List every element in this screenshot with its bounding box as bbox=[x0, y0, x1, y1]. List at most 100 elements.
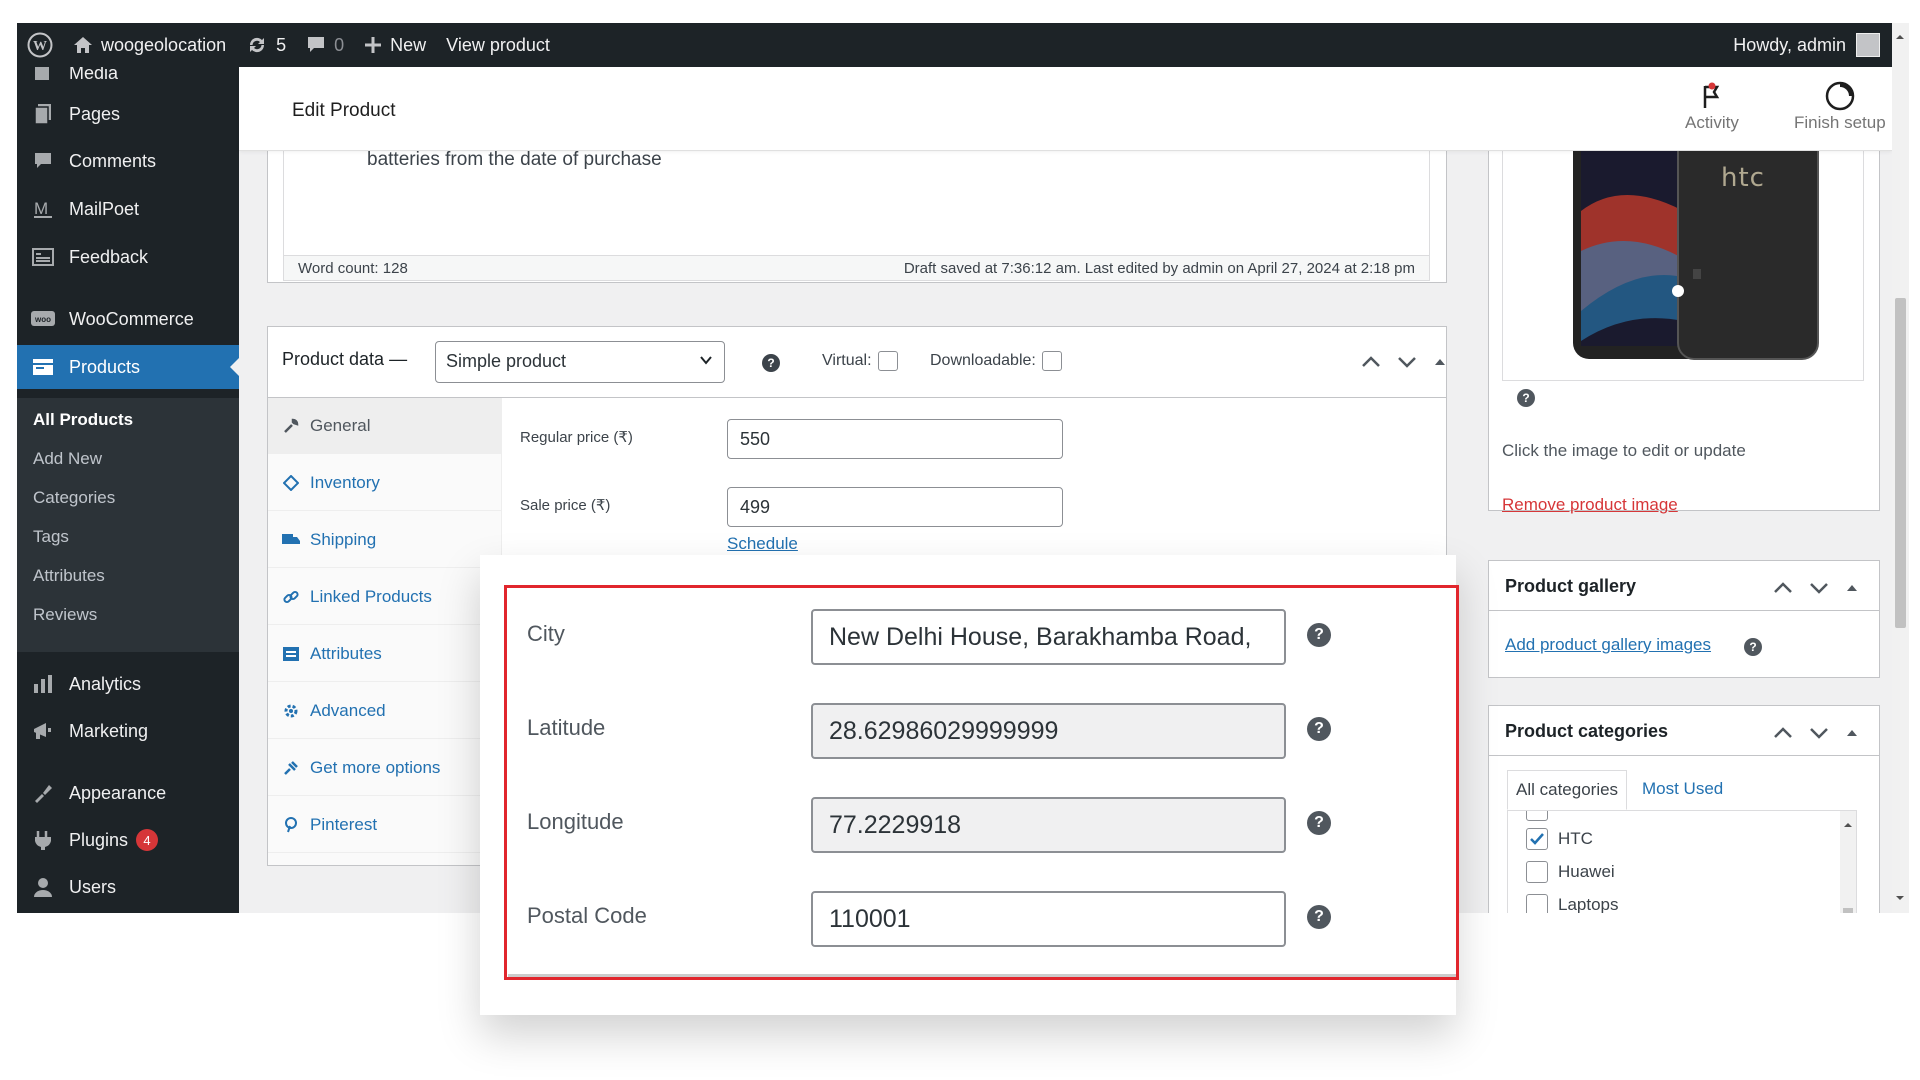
sale-price-input[interactable]: 499 bbox=[727, 487, 1063, 527]
tab-label: Attributes bbox=[310, 643, 382, 663]
page-scrollbar[interactable] bbox=[1892, 23, 1909, 913]
regular-price-input[interactable]: 550 bbox=[727, 419, 1063, 459]
tab-all-categories[interactable]: All categories bbox=[1507, 770, 1628, 810]
huawei-checkbox[interactable] bbox=[1526, 861, 1548, 883]
tab-attributes[interactable]: Attributes bbox=[268, 626, 502, 682]
chevron-up-icon[interactable] bbox=[1772, 579, 1794, 602]
latitude-help-icon[interactable]: ? bbox=[1307, 717, 1331, 741]
tab-get-more-options[interactable]: Get more options bbox=[268, 740, 502, 796]
postal-code-help-icon[interactable]: ? bbox=[1307, 905, 1331, 929]
submenu-all-products[interactable]: All Products bbox=[33, 410, 133, 430]
activity-label: Activity bbox=[1685, 113, 1739, 132]
submenu-categories[interactable]: Categories bbox=[33, 488, 115, 508]
latitude-input[interactable]: 28.62986029999999 bbox=[811, 703, 1286, 759]
virtual-checkbox[interactable] bbox=[877, 351, 898, 371]
page-scroll-thumb[interactable] bbox=[1895, 298, 1906, 628]
my-account-link[interactable]: Howdy, admin bbox=[1723, 23, 1892, 67]
scroll-up-arrow-icon[interactable] bbox=[1844, 819, 1852, 827]
sidebar-item-label: Plugins bbox=[69, 829, 129, 850]
activity-button[interactable]: Activity bbox=[1685, 79, 1739, 133]
tab-shipping[interactable]: Shipping bbox=[268, 512, 502, 568]
tab-general[interactable]: General bbox=[268, 398, 502, 454]
city-help-icon[interactable]: ? bbox=[1307, 623, 1331, 647]
collapse-toggle-icon[interactable] bbox=[1844, 580, 1860, 601]
gallery-controls bbox=[1772, 579, 1860, 602]
category-item-laptops[interactable]: Laptops bbox=[1526, 894, 1619, 913]
chevron-up-icon[interactable] bbox=[1360, 353, 1382, 376]
sidebar-item-marketing[interactable]: Marketing bbox=[17, 709, 239, 753]
sidebar-item-analytics[interactable]: Analytics bbox=[17, 662, 239, 706]
categories-controls bbox=[1772, 724, 1860, 747]
comments-link[interactable]: 0 bbox=[296, 23, 354, 67]
submenu-tags[interactable]: Tags bbox=[33, 527, 69, 547]
submenu-attributes[interactable]: Attributes bbox=[33, 566, 105, 586]
sidebar-item-mailpoet[interactable]: M MailPoet bbox=[17, 187, 239, 231]
category-item-huawei[interactable]: Huawei bbox=[1526, 861, 1615, 883]
scroll-up-arrow-icon[interactable] bbox=[1896, 31, 1904, 39]
new-content-link[interactable]: New bbox=[354, 23, 436, 67]
finish-setup-button[interactable]: Finish setup bbox=[1794, 79, 1886, 133]
sidebar-item-label: WooCommerce bbox=[69, 308, 194, 329]
submenu-add-new[interactable]: Add New bbox=[33, 449, 102, 469]
remove-product-image-link[interactable]: Remove product image bbox=[1502, 495, 1678, 515]
longitude-input[interactable]: 77.2229918 bbox=[811, 797, 1286, 853]
sidebar-item-woocommerce[interactable]: woo WooCommerce bbox=[17, 297, 239, 341]
tab-advanced[interactable]: Advanced bbox=[268, 683, 502, 739]
chevron-down-icon[interactable] bbox=[1396, 353, 1418, 376]
tab-inventory[interactable]: Inventory bbox=[268, 455, 502, 511]
list-icon bbox=[282, 646, 300, 661]
submenu-reviews[interactable]: Reviews bbox=[33, 605, 97, 625]
help-icon[interactable]: ? bbox=[1517, 389, 1535, 407]
laptops-checkbox[interactable] bbox=[1526, 894, 1548, 913]
sidebar-item-products[interactable]: Products bbox=[17, 345, 240, 389]
category-item-partial[interactable] bbox=[1526, 811, 1558, 821]
sidebar-item-comments[interactable]: Comments bbox=[17, 139, 239, 183]
collapse-toggle-icon[interactable] bbox=[1844, 725, 1860, 746]
htc-checkbox[interactable] bbox=[1526, 828, 1548, 850]
scroll-down-arrow-icon[interactable] bbox=[1896, 896, 1904, 904]
image-hint: Click the image to edit or update bbox=[1502, 441, 1746, 460]
view-product-link[interactable]: View product bbox=[436, 23, 560, 67]
home-icon bbox=[73, 36, 93, 54]
help-icon[interactable]: ? bbox=[1744, 638, 1762, 656]
new-label: New bbox=[390, 34, 427, 55]
add-gallery-images-link[interactable]: Add product gallery images bbox=[1505, 635, 1711, 655]
tab-most-used[interactable]: Most Used bbox=[1634, 770, 1731, 810]
postal-code-input[interactable]: 110001 bbox=[811, 891, 1286, 947]
downloadable-checkbox-group[interactable]: Downloadable: bbox=[930, 351, 1062, 371]
city-input[interactable]: New Delhi House, Barakhamba Road, bbox=[811, 609, 1286, 665]
chevron-down-icon[interactable] bbox=[1808, 579, 1830, 602]
sidebar-item-users[interactable]: Users bbox=[17, 865, 239, 909]
product-type-select[interactable]: Simple product bbox=[435, 341, 725, 383]
downloadable-checkbox[interactable] bbox=[1041, 351, 1062, 371]
longitude-help-icon[interactable]: ? bbox=[1307, 811, 1331, 835]
help-icon[interactable]: ? bbox=[762, 354, 780, 372]
product-image[interactable]: htc bbox=[1502, 151, 1864, 381]
category-scrollbar[interactable] bbox=[1840, 811, 1856, 913]
tab-label: Linked Products bbox=[310, 586, 432, 606]
site-name-link[interactable]: woogeolocation bbox=[63, 23, 236, 67]
sidebar-item-pages[interactable]: Pages bbox=[17, 92, 239, 136]
collapse-toggle-icon[interactable] bbox=[1432, 354, 1448, 375]
category-item-htc[interactable]: HTC bbox=[1526, 828, 1593, 850]
page-title: Edit Product bbox=[292, 100, 396, 121]
gear-icon bbox=[282, 703, 300, 719]
downloadable-label: Downloadable: bbox=[930, 352, 1036, 369]
sidebar-item-feedback[interactable]: Feedback bbox=[17, 235, 239, 279]
product-categories-title: Product categories bbox=[1505, 721, 1669, 741]
wordpress-logo-icon[interactable]: W bbox=[17, 23, 63, 67]
updates-icon bbox=[246, 35, 268, 55]
virtual-checkbox-group[interactable]: Virtual: bbox=[822, 351, 898, 371]
schedule-link[interactable]: Schedule bbox=[727, 534, 798, 554]
updates-link[interactable]: 5 bbox=[236, 23, 296, 67]
tab-pinterest[interactable]: Pinterest bbox=[268, 797, 502, 853]
chevron-up-icon[interactable] bbox=[1772, 724, 1794, 747]
category-checkbox[interactable] bbox=[1526, 811, 1548, 821]
sidebar-item-plugins[interactable]: Plugins 4 bbox=[17, 818, 239, 862]
category-label: HTC bbox=[1558, 829, 1593, 848]
sidebar-item-appearance[interactable]: Appearance bbox=[17, 771, 239, 815]
tab-linked-products[interactable]: Linked Products bbox=[268, 569, 502, 625]
chevron-down-icon[interactable] bbox=[1808, 724, 1830, 747]
category-scroll-thumb[interactable] bbox=[1843, 908, 1853, 913]
divider bbox=[508, 974, 1456, 977]
